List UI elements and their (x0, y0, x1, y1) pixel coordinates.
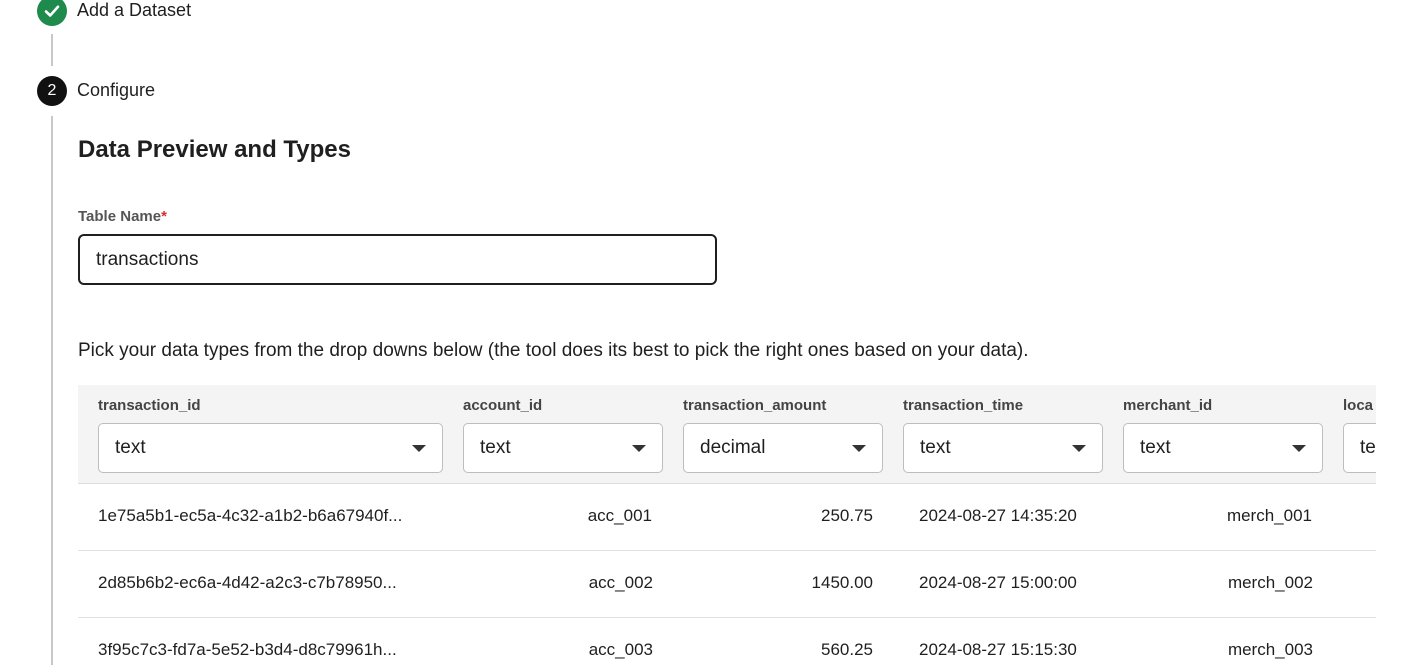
cell-transaction-id: 1e75a5b1-ec5a-4c32-a1b2-b6a67940f... (98, 506, 403, 525)
column-header-merchant-id: merchant_id text (1123, 397, 1323, 473)
cell-transaction-time: 2024-08-27 14:35:20 (919, 506, 1077, 525)
stepper-connector (51, 116, 53, 665)
type-dropdown-merchant-id[interactable]: text (1123, 423, 1323, 473)
cell-account-id: acc_002 (588, 573, 653, 592)
caret-down-icon (852, 445, 866, 452)
cell-transaction-amount: 250.75 (821, 506, 873, 525)
cell-merchant-id: merch_002 (1227, 573, 1313, 592)
column-header-transaction-id: transaction_id text (98, 397, 443, 473)
cell-transaction-time: 2024-08-27 15:00:00 (919, 573, 1077, 592)
cell-transaction-id: 3f95c7c3-fd7a-5e52-b3d4-d8c79961h... (98, 640, 397, 659)
cell-transaction-amount: 1450.00 (811, 573, 873, 592)
column-name: merchant_id (1123, 397, 1213, 414)
caret-down-icon (632, 445, 646, 452)
type-value: text (1140, 437, 1171, 458)
column-name: transaction_id (98, 397, 201, 414)
type-dropdown-account-id[interactable]: text (463, 423, 663, 473)
table-row: 2d85b6b2-ec6a-4d42-a2c3-c7b78950... acc_… (78, 551, 1376, 618)
step-complete-badge (37, 0, 67, 26)
type-dropdown-transaction-amount[interactable]: decimal (683, 423, 883, 473)
cell-transaction-time: 2024-08-27 15:15:30 (919, 640, 1077, 659)
cell-merchant-id: merch_003 (1227, 640, 1313, 659)
type-dropdown-location[interactable]: te (1343, 423, 1376, 473)
type-value: text (920, 437, 951, 458)
table-name-label: Table Name* (78, 208, 167, 225)
column-name: transaction_time (903, 397, 1024, 414)
step-number-badge: 2 (37, 76, 67, 106)
configure-dataset-page: Add a Dataset 2 Configure Data Preview a… (0, 0, 1424, 665)
step-label-configure: Configure (77, 80, 156, 100)
column-header-location: loca te (1343, 397, 1376, 473)
data-preview-table[interactable]: transaction_id text account_id text tran… (78, 385, 1376, 665)
cell-transaction-amount: 560.25 (821, 640, 873, 659)
type-dropdown-transaction-time[interactable]: text (903, 423, 1103, 473)
required-marker: * (161, 208, 167, 225)
data-types-hint: Pick your data types from the drop downs… (78, 340, 1029, 361)
type-value: text (480, 437, 511, 458)
type-value: text (115, 437, 146, 458)
caret-down-icon (412, 445, 426, 452)
column-name: account_id (463, 397, 543, 414)
table-header: transaction_id text account_id text tran… (78, 385, 1376, 484)
table-row: 3f95c7c3-fd7a-5e52-b3d4-d8c79961h... acc… (78, 618, 1376, 665)
caret-down-icon (1072, 445, 1086, 452)
check-icon (44, 5, 60, 17)
column-name: transaction_amount (683, 397, 827, 414)
cell-account-id: acc_001 (587, 506, 652, 525)
section-title: Data Preview and Types (78, 136, 351, 163)
type-value: decimal (700, 437, 766, 458)
cell-account-id: acc_003 (588, 640, 653, 659)
column-header-transaction-time: transaction_time text (903, 397, 1103, 473)
table-name-label-text: Table Name (78, 208, 162, 225)
column-name: loca (1343, 397, 1374, 414)
column-header-account-id: account_id text (463, 397, 663, 473)
type-value: te (1360, 437, 1376, 458)
caret-down-icon (1292, 445, 1306, 452)
table-row: 1e75a5b1-ec5a-4c32-a1b2-b6a67940f... acc… (78, 484, 1376, 551)
cell-transaction-id: 2d85b6b2-ec6a-4d42-a2c3-c7b78950... (98, 573, 397, 592)
cell-merchant-id: merch_001 (1226, 506, 1312, 525)
step-label-add-dataset[interactable]: Add a Dataset (77, 0, 191, 21)
column-header-transaction-amount: transaction_amount decimal (683, 397, 883, 473)
stepper-connector (51, 34, 53, 66)
type-dropdown-transaction-id[interactable]: text (98, 423, 443, 473)
table-name-input[interactable] (78, 234, 717, 285)
